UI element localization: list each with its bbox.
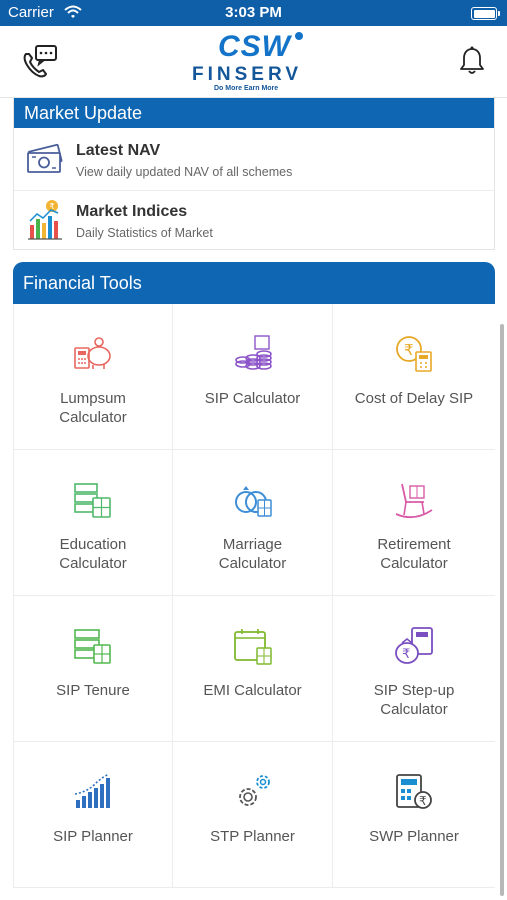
sip-tenure-tile[interactable]: SIP Tenure xyxy=(13,596,173,742)
piggy-bank-calculator-icon xyxy=(74,337,111,369)
emi-calculator-label: EMI Calculator xyxy=(203,682,302,699)
lumpsum-calculator-tile[interactable]: Lumpsum Calculator xyxy=(13,304,173,450)
cost-of-delay-sip-label: Cost of Delay SIP xyxy=(354,390,474,407)
latest-nav-item[interactable]: Latest NAV View daily updated NAV of all… xyxy=(14,130,494,188)
sip-calculator-label: SIP Calculator xyxy=(204,390,301,407)
growth-bars-icon xyxy=(74,773,110,808)
nav-money-icon xyxy=(27,143,63,173)
latest-nav-title: Latest NAV xyxy=(76,142,161,159)
market-update-header: Market Update xyxy=(14,98,494,128)
education-calculator-label: Education Calculator xyxy=(59,536,127,572)
financial-tools-header: Financial Tools xyxy=(13,262,495,304)
emi-calculator-tile[interactable]: EMI Calculator xyxy=(173,596,333,742)
market-indices-title: Market Indices xyxy=(76,203,188,220)
svg-text:₹: ₹ xyxy=(419,794,427,808)
swp-planner-tile[interactable]: ₹ SWP Planner xyxy=(333,742,495,888)
market-update-title: Market Update xyxy=(24,102,143,123)
sip-tenure-label: SIP Tenure xyxy=(56,682,130,699)
stp-planner-label: STP Planner xyxy=(210,828,295,845)
app-header: CSW FINSERV Do More Earn More xyxy=(0,26,507,98)
sip-planner-tile[interactable]: SIP Planner xyxy=(13,742,173,888)
status-time: 3:03 PM xyxy=(225,4,282,21)
call-chat-icon[interactable] xyxy=(20,44,58,80)
svg-text:₹: ₹ xyxy=(402,647,410,662)
rupee-calculator-icon: ₹ xyxy=(396,774,432,809)
marriage-calculator-label: Marriage Calculator xyxy=(218,536,287,572)
rupee-clock-icon: ₹ xyxy=(396,336,432,372)
logo-brand: CSW xyxy=(218,30,291,63)
retirement-calculator-label: Retirement Calculator xyxy=(377,536,451,572)
swp-planner-label: SWP Planner xyxy=(369,828,459,845)
retirement-calculator-tile[interactable]: Retirement Calculator xyxy=(333,450,495,596)
tools-grid: Lumpsum Calculator SIP Calculator ₹ Cost… xyxy=(13,304,495,888)
coins-stack-icon xyxy=(234,335,272,370)
sip-calculator-tile[interactable]: SIP Calculator xyxy=(173,304,333,450)
rings-icon xyxy=(234,486,272,517)
logo-name: FINSERV xyxy=(192,64,303,85)
latest-nav-subtitle: View daily updated NAV of all schemes xyxy=(76,165,293,179)
logo-tagline: Do More Earn More xyxy=(214,85,279,92)
sip-step-up-calculator-tile[interactable]: ₹ SIP Step-up Calculator xyxy=(333,596,495,742)
stp-planner-tile[interactable]: STP Planner xyxy=(173,742,333,888)
market-chart-icon: ₹ xyxy=(28,200,62,240)
lumpsum-calculator-label: Lumpsum Calculator xyxy=(59,390,127,426)
svg-text:₹: ₹ xyxy=(404,341,414,359)
market-indices-item[interactable]: ₹ Market Indices Daily Statistics of Mar… xyxy=(14,190,494,248)
market-update-card: Market Update Latest NAV View daily upda… xyxy=(13,98,495,250)
education-calculator-tile[interactable]: Education Calculator xyxy=(13,450,173,596)
marriage-calculator-tile[interactable]: Marriage Calculator xyxy=(173,450,333,596)
logo-tm-mark xyxy=(295,32,303,40)
financial-tools-card: Financial Tools Lumpsum Calculator SIP C… xyxy=(13,262,495,888)
money-bag-calculator-icon: ₹ xyxy=(395,627,433,664)
sip-tenure-icon xyxy=(74,629,111,664)
market-indices-subtitle: Daily Statistics of Market xyxy=(76,226,213,240)
bell-icon[interactable] xyxy=(459,46,485,76)
gears-icon xyxy=(238,775,270,806)
education-calculator-icon xyxy=(74,483,111,518)
csw-finserv-logo: CSW FINSERV Do More Earn More xyxy=(190,30,320,94)
rocking-chair-icon xyxy=(395,483,433,519)
sip-planner-label: SIP Planner xyxy=(53,828,133,845)
calendar-calculator-icon xyxy=(233,629,272,665)
cost-of-delay-sip-tile[interactable]: ₹ Cost of Delay SIP xyxy=(333,304,495,450)
status-bar: Carrier 3:03 PM xyxy=(0,0,507,26)
scrollbar[interactable] xyxy=(500,324,504,896)
battery-icon xyxy=(471,7,500,20)
sip-step-up-calculator-label: SIP Step-up Calculator xyxy=(373,682,455,718)
financial-tools-title: Financial Tools xyxy=(23,272,142,293)
